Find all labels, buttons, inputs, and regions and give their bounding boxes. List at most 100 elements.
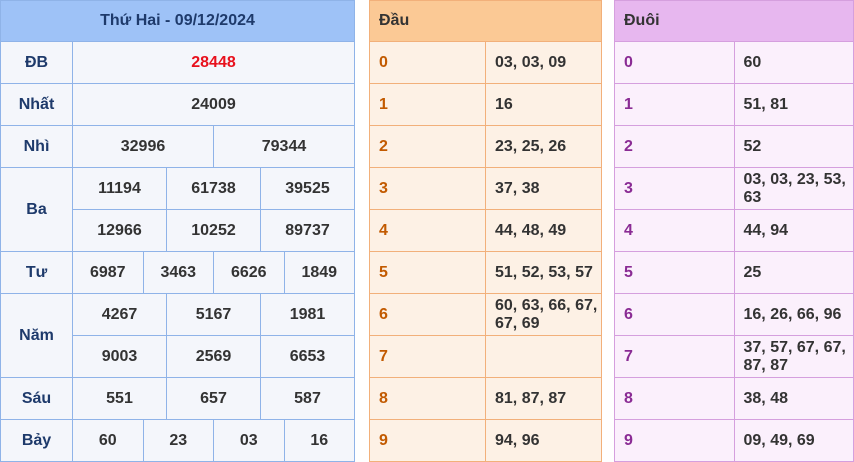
prize-row-db: ĐB 28448: [0, 41, 355, 84]
prize-value-ba: 39525: [260, 167, 355, 210]
tail-values: 52: [733, 125, 854, 168]
tail-row: 6 16, 26, 66, 96: [614, 293, 854, 336]
tail-row: 9 09, 49, 69: [614, 419, 854, 462]
head-values: 81, 87, 87: [485, 377, 602, 420]
prize-label-nhi: Nhì: [0, 125, 73, 168]
prize-row-bay: Bảy 60 23 03 16: [0, 419, 355, 462]
results-title: Thứ Hai - 09/12/2024: [0, 0, 355, 42]
tail-digits-table: Đuôi 0 60 1 51, 81 2 52 3 03, 03, 23, 53, 63…: [614, 0, 854, 462]
prize-value-nam: 1981: [260, 293, 355, 336]
prize-value-bay: 16: [283, 419, 355, 462]
tail-values: 16, 26, 66, 96: [733, 293, 854, 336]
prize-value-nam: 2569: [166, 335, 261, 378]
tail-values: 51, 81: [733, 83, 854, 126]
tail-values: 09, 49, 69: [733, 419, 854, 462]
head-row: 4 44, 48, 49: [369, 209, 602, 252]
prize-value-nam: 9003: [72, 335, 167, 378]
prize-value-sau: 551: [72, 377, 167, 420]
head-row: 3 37, 38: [369, 167, 602, 210]
tail-digit: 2: [614, 125, 735, 168]
prize-value-nhat: 24009: [72, 83, 355, 126]
tail-digit: 3: [614, 167, 735, 210]
prize-row-tu: Tư 6987 3463 6626 1849: [0, 251, 355, 294]
prize-row-nam: Năm 4267 5167 1981: [0, 293, 355, 378]
tail-digit: 0: [614, 41, 735, 84]
prize-value-ba: 61738: [166, 167, 261, 210]
prize-value-ba: 11194: [72, 167, 167, 210]
head-digit: 9: [369, 419, 486, 462]
head-row: 9 94, 96: [369, 419, 602, 462]
prize-label-nhat: Nhất: [0, 83, 73, 126]
prize-value-ba: 12966: [72, 209, 167, 252]
head-values: 16: [485, 83, 602, 126]
prize-value-tu: 3463: [142, 251, 214, 294]
prize-value-nam: 4267: [72, 293, 167, 336]
tail-row: 4 44, 94: [614, 209, 854, 252]
prize-value-sau: 657: [166, 377, 261, 420]
head-digit: 7: [369, 335, 486, 378]
prize-value-bay: 23: [142, 419, 214, 462]
prize-label-db: ĐB: [0, 41, 73, 84]
prize-value-ba: 89737: [260, 209, 355, 252]
prize-value-tu: 6626: [213, 251, 285, 294]
prize-value-bay: 03: [213, 419, 285, 462]
head-digit: 6: [369, 293, 486, 336]
tail-digits-header: Đuôi: [614, 0, 854, 42]
tail-row: 3 03, 03, 23, 53, 63: [614, 167, 854, 210]
tail-digit: 4: [614, 209, 735, 252]
head-values: 03, 03, 09: [485, 41, 602, 84]
head-values: [485, 335, 602, 378]
head-row: 6 60, 63, 66, 67, 67, 69: [369, 293, 602, 336]
head-digit: 0: [369, 41, 486, 84]
prize-label-bay: Bảy: [0, 419, 73, 462]
head-digit: 1: [369, 83, 486, 126]
head-values: 44, 48, 49: [485, 209, 602, 252]
head-row: 5 51, 52, 53, 57: [369, 251, 602, 294]
head-digit: 8: [369, 377, 486, 420]
prize-label-nam: Năm: [0, 293, 73, 378]
head-values: 94, 96: [485, 419, 602, 462]
prize-label-ba: Ba: [0, 167, 73, 252]
head-row: 2 23, 25, 26: [369, 125, 602, 168]
tail-values: 38, 48: [733, 377, 854, 420]
prize-value-nam: 5167: [166, 293, 261, 336]
results-table: Thứ Hai - 09/12/2024 ĐB 28448 Nhất 24009…: [0, 0, 355, 462]
head-digits-header: Đầu: [369, 0, 602, 42]
tail-values: 37, 57, 67, 67, 87, 87: [733, 335, 854, 378]
tail-row: 2 52: [614, 125, 854, 168]
head-values: 51, 52, 53, 57: [485, 251, 602, 294]
head-digit: 4: [369, 209, 486, 252]
prize-value-tu: 6987: [72, 251, 144, 294]
prize-row-ba: Ba 11194 61738 39525: [0, 167, 355, 252]
tail-digit: 1: [614, 83, 735, 126]
head-digits-table: Đầu 0 03, 03, 09 1 16 2 23, 25, 26 3 37, 38 …: [369, 0, 602, 462]
prize-row-sau: Sáu 551 657 587: [0, 377, 355, 420]
head-digit: 2: [369, 125, 486, 168]
head-row: 0 03, 03, 09: [369, 41, 602, 84]
prize-row-nhi: Nhì 32996 79344: [0, 125, 355, 168]
prize-value-db: 28448: [72, 41, 355, 84]
tail-values: 03, 03, 23, 53, 63: [733, 167, 854, 210]
tail-values: 25: [733, 251, 854, 294]
prize-label-tu: Tư: [0, 251, 73, 294]
prize-value-tu: 1849: [283, 251, 355, 294]
head-row: 8 81, 87, 87: [369, 377, 602, 420]
prize-value-ba: 10252: [166, 209, 261, 252]
head-values: 37, 38: [485, 167, 602, 210]
tail-digit: 5: [614, 251, 735, 294]
head-row: 1 16: [369, 83, 602, 126]
prize-value-nhi: 32996: [72, 125, 214, 168]
prize-label-sau: Sáu: [0, 377, 73, 420]
tail-values: 44, 94: [733, 209, 854, 252]
head-digit: 3: [369, 167, 486, 210]
prize-value-sau: 587: [260, 377, 355, 420]
prize-row-nhat: Nhất 24009: [0, 83, 355, 126]
head-digit: 5: [369, 251, 486, 294]
tail-row: 0 60: [614, 41, 854, 84]
tail-row: 8 38, 48: [614, 377, 854, 420]
prize-value-bay: 60: [72, 419, 144, 462]
tail-digit: 9: [614, 419, 735, 462]
tail-digit: 7: [614, 335, 735, 378]
head-row: 7: [369, 335, 602, 378]
tail-row: 5 25: [614, 251, 854, 294]
